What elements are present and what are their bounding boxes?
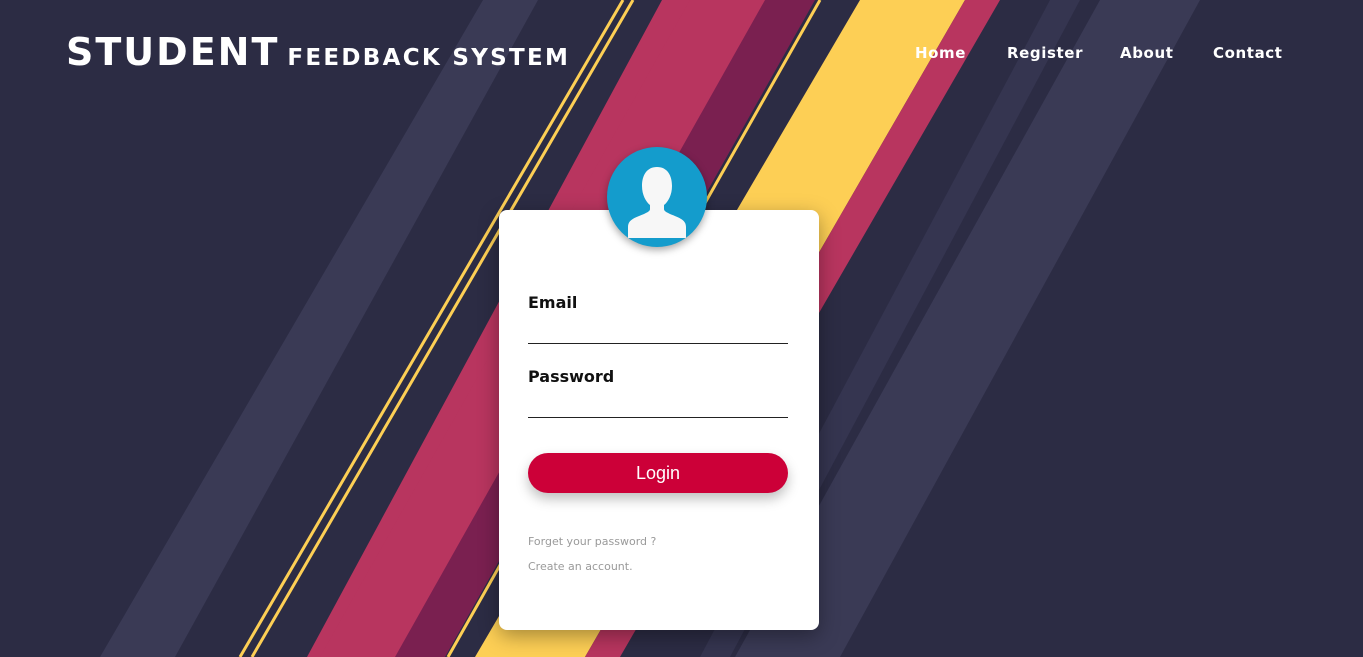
top-nav: Home Register About Contact xyxy=(915,44,1283,62)
email-label: Email xyxy=(528,293,578,312)
nav-home[interactable]: Home xyxy=(915,44,1007,62)
nav-about[interactable]: About xyxy=(1120,44,1213,62)
login-card: Email Password Login Forget your passwor… xyxy=(499,210,819,630)
password-label: Password xyxy=(528,367,615,386)
brand-logo: STUDENT FEEDBACK SYSTEM xyxy=(66,30,570,74)
forgot-password-link[interactable]: Forget your password ? xyxy=(528,535,656,548)
user-silhouette-icon xyxy=(628,167,686,238)
user-avatar xyxy=(607,147,707,247)
login-button[interactable]: Login xyxy=(528,453,788,493)
create-account-link[interactable]: Create an account. xyxy=(528,560,633,573)
nav-register[interactable]: Register xyxy=(1007,44,1120,62)
nav-contact[interactable]: Contact xyxy=(1213,44,1283,62)
email-field[interactable] xyxy=(528,317,788,344)
brand-sub: FEEDBACK SYSTEM xyxy=(287,45,571,71)
page: STUDENT FEEDBACK SYSTEM Home Register Abo… xyxy=(0,0,1363,657)
brand-main: STUDENT xyxy=(66,30,280,74)
password-field[interactable] xyxy=(528,391,788,418)
